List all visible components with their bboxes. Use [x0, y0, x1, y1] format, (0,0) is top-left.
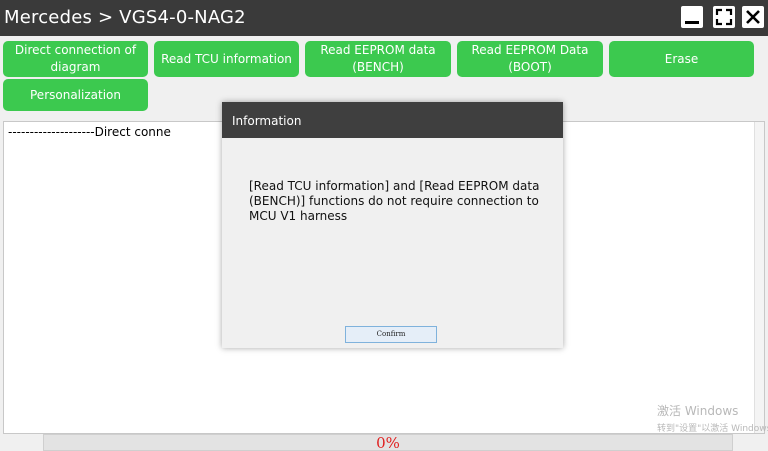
watermark-line-1: 激活 Windows	[657, 404, 739, 418]
watermark-line-2: 转到"设置"以激活 Windows	[657, 424, 768, 434]
read-tcu-information-button[interactable]: Read TCU information	[154, 41, 299, 77]
window-title: Mercedes > VGS4-0-NAG2	[4, 7, 246, 28]
maximize-button[interactable]	[713, 6, 735, 28]
personalization-button[interactable]: Personalization	[3, 79, 148, 111]
minimize-button[interactable]	[681, 6, 703, 28]
confirm-button[interactable]: Confirm	[345, 326, 437, 343]
close-icon	[746, 10, 760, 24]
direct-connection-diagram-button[interactable]: Direct connection of diagram	[3, 41, 148, 77]
log-scrollbar[interactable]	[754, 122, 764, 433]
activation-watermark: 激活 Windows 转到"设置"以激活 Windows	[657, 402, 768, 434]
dialog-title: Information	[232, 114, 302, 128]
title-bar: Mercedes > VGS4-0-NAG2	[0, 0, 768, 36]
progress-bar: 0%	[43, 434, 733, 451]
log-line: --------------------Direct conne	[8, 125, 171, 139]
progress-text: 0%	[376, 434, 400, 451]
dialog-message: [Read TCU information] and [Read EEPROM …	[249, 179, 540, 223]
erase-button[interactable]: Erase	[609, 41, 754, 77]
minimize-icon	[685, 21, 699, 24]
maximize-icon	[715, 8, 733, 26]
dialog-header: Information	[222, 102, 563, 138]
read-eeprom-bench-button[interactable]: Read EEPROM data (BENCH)	[305, 41, 451, 77]
read-eeprom-boot-button[interactable]: Read EEPROM Data (BOOT)	[457, 41, 603, 77]
information-dialog: Information [Read TCU information] and […	[222, 102, 563, 348]
app-window: Mercedes > VGS4-0-NAG2 Direct connection…	[0, 0, 768, 451]
close-button[interactable]	[742, 6, 764, 28]
